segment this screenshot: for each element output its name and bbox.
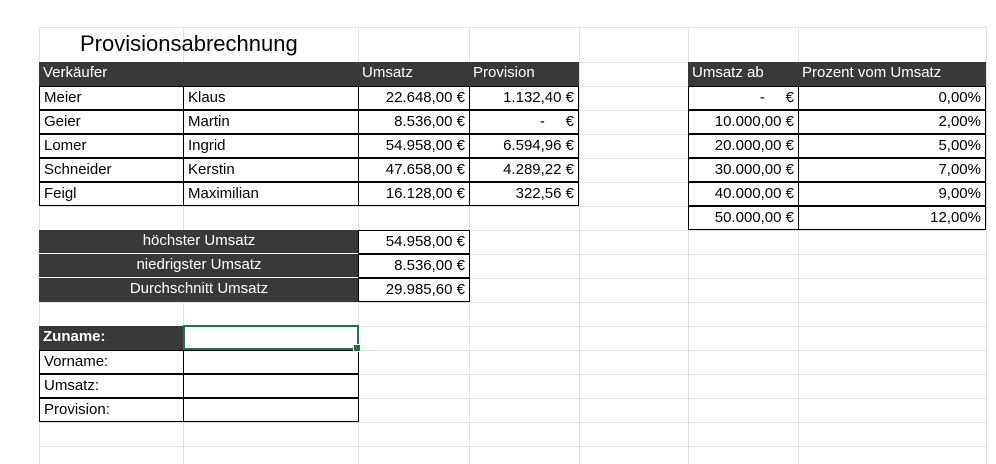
cell-first-name[interactable]: Ingrid: [183, 134, 359, 158]
cell-prozent[interactable]: 5,00%: [798, 134, 986, 158]
cell-last-name[interactable]: Schneider: [39, 158, 184, 182]
cell-provision[interactable]: 1.132,40 €: [469, 86, 579, 110]
cell-first-name[interactable]: Martin: [183, 110, 359, 134]
header-provision[interactable]: Provision: [469, 62, 579, 86]
active-cell-selection[interactable]: [183, 325, 361, 352]
cell-provision[interactable]: - €: [469, 110, 579, 134]
stat-label-avg[interactable]: Durchschnitt Umsatz: [39, 278, 359, 302]
cell-prozent[interactable]: 0,00%: [798, 86, 986, 110]
stat-label-min[interactable]: niedrigster Umsatz: [39, 254, 359, 278]
cell-prozent[interactable]: 9,00%: [798, 182, 986, 206]
lookup-label-provision[interactable]: Provision:: [39, 398, 184, 422]
cell-first-name[interactable]: Kerstin: [183, 158, 359, 182]
cell-provision[interactable]: 4.289,22 €: [469, 158, 579, 182]
gridline-horizontal: [39, 446, 987, 447]
cell-prozent[interactable]: 12,00%: [798, 206, 986, 230]
stat-value-min[interactable]: 8.536,00 €: [358, 254, 470, 278]
gridline-horizontal: [39, 27, 987, 28]
header-prozent[interactable]: Prozent vom Umsatz: [798, 62, 986, 86]
cell-umsatz[interactable]: 54.958,00 €: [358, 134, 470, 158]
cell-provision[interactable]: 322,56 €: [469, 182, 579, 206]
cell-last-name[interactable]: Feigl: [39, 182, 184, 206]
gridline-horizontal: [39, 422, 987, 423]
cell-umsatz[interactable]: 47.658,00 €: [358, 158, 470, 182]
cell-first-name[interactable]: Klaus: [183, 86, 359, 110]
header-blank[interactable]: [183, 62, 359, 86]
cell-umsatz-ab[interactable]: - €: [688, 86, 799, 110]
cell-umsatz[interactable]: 22.648,00 €: [358, 86, 470, 110]
cell-umsatz[interactable]: 8.536,00 €: [358, 110, 470, 134]
cell-umsatz[interactable]: 16.128,00 €: [358, 182, 470, 206]
stat-value-max[interactable]: 54.958,00 €: [358, 230, 470, 254]
cell-last-name[interactable]: Lomer: [39, 134, 184, 158]
cell-last-name[interactable]: Meier: [39, 86, 184, 110]
header-umsatz-ab[interactable]: Umsatz ab: [688, 62, 799, 86]
lookup-label-umsatz[interactable]: Umsatz:: [39, 374, 184, 398]
lookup-value-umsatz[interactable]: [183, 374, 359, 398]
spreadsheet-grid[interactable]: Provisionsabrechnung Verkäufer Umsatz Pr…: [0, 0, 996, 464]
sheet-title: Provisionsabrechnung: [80, 31, 298, 56]
cell-umsatz-ab[interactable]: 10.000,00 €: [688, 110, 799, 134]
lookup-label-zuname[interactable]: Zuname:: [39, 326, 184, 350]
cell-first-name[interactable]: Maximilian: [183, 182, 359, 206]
stat-value-avg[interactable]: 29.985,60 €: [358, 278, 470, 302]
header-verkaeufer[interactable]: Verkäufer: [39, 62, 184, 86]
fill-handle[interactable]: [353, 344, 361, 352]
gridline-horizontal: [39, 302, 987, 303]
cell-umsatz-ab[interactable]: 30.000,00 €: [688, 158, 799, 182]
lookup-value-provision[interactable]: [183, 398, 359, 422]
cell-provision[interactable]: 6.594,96 €: [469, 134, 579, 158]
cell-prozent[interactable]: 2,00%: [798, 110, 986, 134]
cell-umsatz-ab[interactable]: 20.000,00 €: [688, 134, 799, 158]
cell-last-name[interactable]: Geier: [39, 110, 184, 134]
stat-label-max[interactable]: höchster Umsatz: [39, 230, 359, 254]
cell-umsatz-ab[interactable]: 50.000,00 €: [688, 206, 799, 230]
lookup-label-vorname[interactable]: Vorname:: [39, 350, 184, 374]
cell-prozent[interactable]: 7,00%: [798, 158, 986, 182]
cell-umsatz-ab[interactable]: 40.000,00 €: [688, 182, 799, 206]
header-umsatz[interactable]: Umsatz: [358, 62, 470, 86]
lookup-value-vorname[interactable]: [183, 350, 359, 374]
